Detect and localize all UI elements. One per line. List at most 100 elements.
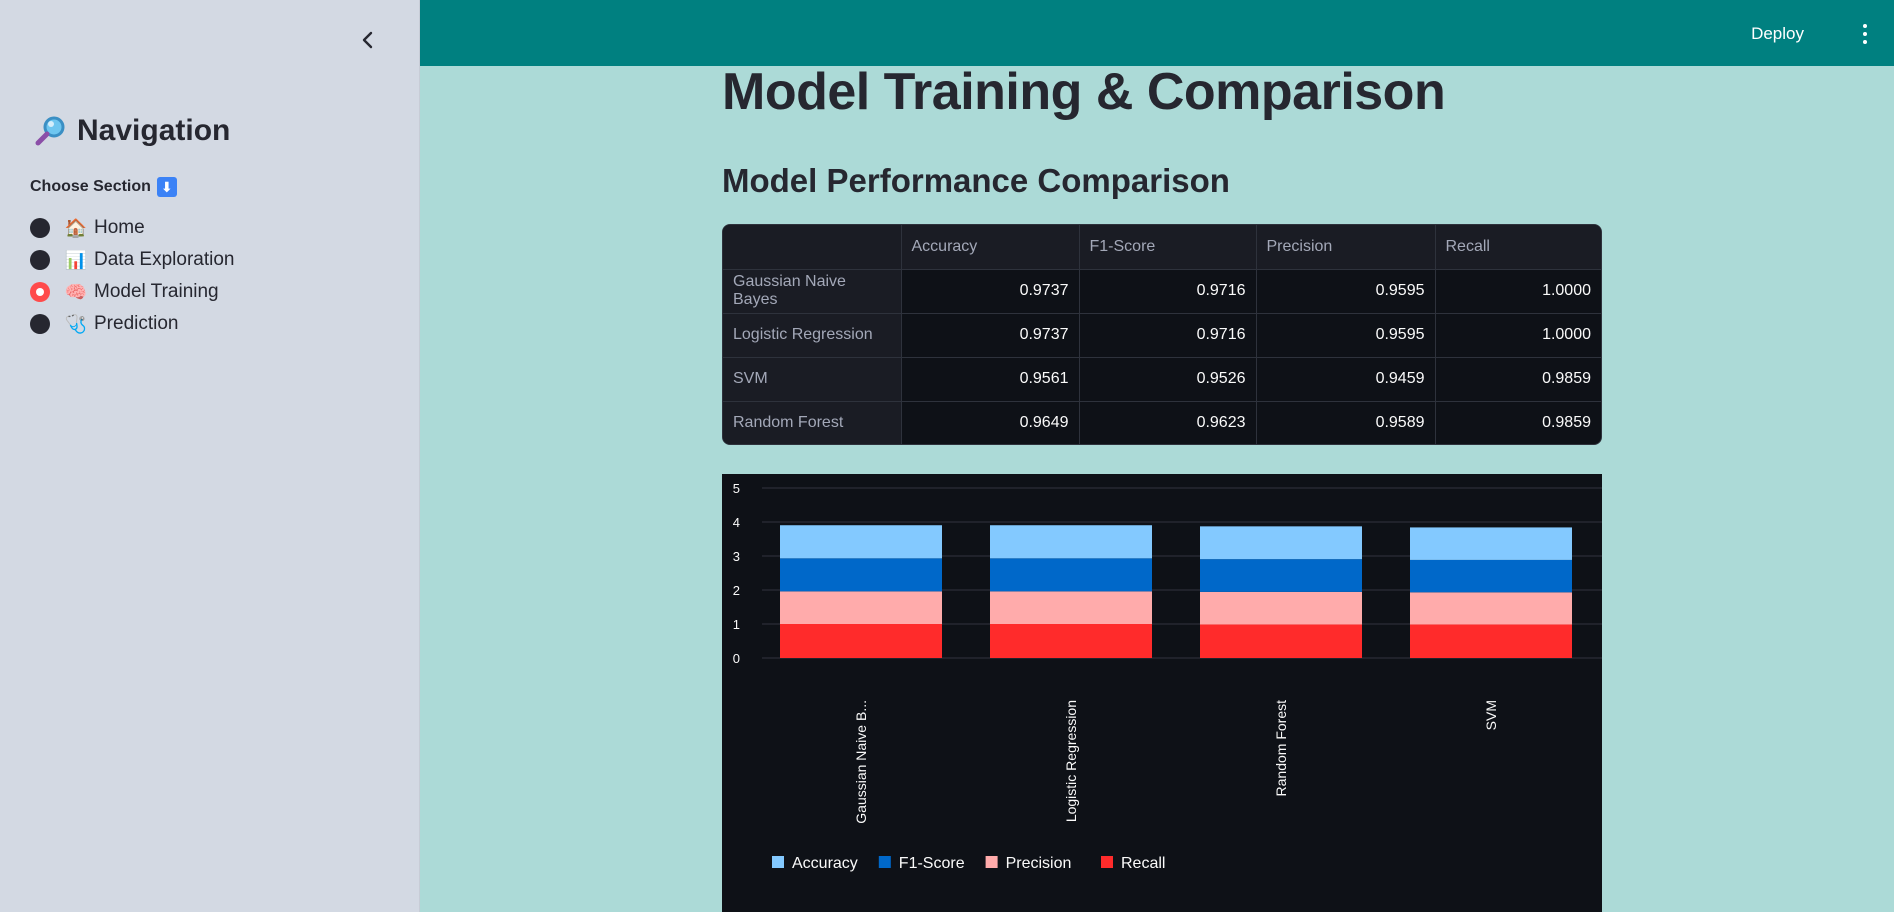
row-label[interactable]: Random Forest: [723, 401, 902, 444]
table-cell[interactable]: 0.9737: [901, 269, 1080, 314]
row-label[interactable]: Gaussian Naive Bayes: [723, 269, 902, 314]
sidebar-title-text: Navigation: [77, 114, 231, 147]
x-tick-label: Random Forest: [1273, 700, 1289, 797]
section-title: Model Performance Comparison: [722, 162, 1230, 199]
table-row: SVM 0.9561 0.9526 0.9459 0.9859: [723, 357, 1601, 402]
chart-svg[interactable]: 0 1 2 3 4 5 Gaussian Naive B... Logistic Regres…: [722, 474, 1602, 912]
main-menu-button[interactable]: [1860, 24, 1870, 44]
radio-button[interactable]: [30, 250, 50, 270]
radio-label: Home: [94, 217, 145, 238]
table-cell[interactable]: 0.9459: [1256, 357, 1436, 402]
magnifier-icon: [35, 116, 65, 146]
radio-label: Model Training: [94, 281, 219, 302]
bar-segment-precision: [1200, 591, 1362, 625]
choose-section-text: Choose Section: [30, 178, 151, 195]
table-cell[interactable]: 1.0000: [1435, 269, 1601, 314]
legend-label: Recall: [1121, 855, 1165, 872]
sidebar-title: Navigation: [33, 114, 230, 148]
bar-segment-accuracy: [780, 525, 942, 559]
y-tick-label: 3: [733, 549, 740, 564]
chevron-left-icon: [362, 31, 373, 49]
bar-segment-accuracy: [1410, 527, 1572, 560]
column-header-f1-score[interactable]: F1-Score: [1079, 225, 1257, 270]
stacked-bar-chart[interactable]: 0 1 2 3 4 5 Gaussian Naive B... Logistic Regres…: [722, 474, 1602, 912]
radio-button[interactable]: [30, 314, 50, 334]
table-header-row: Accuracy F1-Score Precision Recall: [723, 225, 1601, 270]
bar-segment-f1-score: [990, 558, 1152, 592]
performance-table[interactable]: Accuracy F1-Score Precision Recall Gauss…: [722, 224, 1602, 445]
legend-swatch: [878, 856, 891, 868]
y-tick-label: 2: [733, 583, 740, 598]
bar-segment-precision: [1410, 592, 1572, 625]
table-cell[interactable]: 0.9859: [1435, 401, 1601, 444]
legend-swatch: [985, 856, 998, 868]
y-tick-label: 0: [733, 651, 740, 666]
bar-segment-precision: [780, 591, 942, 624]
radio-item-data-exploration[interactable]: 📊 Data Exploration: [30, 244, 234, 276]
house-icon: 🏠: [64, 217, 88, 238]
table-cell[interactable]: 0.9737: [901, 313, 1080, 358]
y-tick-label: 4: [733, 515, 740, 530]
column-header-recall[interactable]: Recall: [1435, 225, 1601, 270]
radio-item-home[interactable]: 🏠 Home: [30, 212, 234, 244]
deploy-button[interactable]: Deploy: [1751, 24, 1804, 44]
page-title: Model Training & Comparison: [722, 63, 1446, 121]
bar-segment-recall: [1200, 624, 1362, 658]
radio-button[interactable]: [30, 218, 50, 238]
table-cell[interactable]: 0.9716: [1079, 269, 1257, 314]
radio-label: Prediction: [94, 313, 179, 334]
table-cell[interactable]: 0.9859: [1435, 357, 1601, 402]
table-cell[interactable]: 1.0000: [1435, 313, 1601, 358]
radio-label: Data Exploration: [94, 249, 235, 270]
table-row: Logistic Regression 0.9737 0.9716 0.9595…: [723, 313, 1601, 358]
table-cell[interactable]: 0.9526: [1079, 357, 1257, 402]
radio-item-prediction[interactable]: 🩺 Prediction: [30, 308, 234, 340]
legend-label: F1-Score: [899, 855, 965, 872]
table-cell[interactable]: 0.9649: [901, 401, 1080, 444]
collapse-sidebar-button[interactable]: [356, 26, 380, 54]
legend-label: Accuracy: [792, 855, 858, 872]
bar-segment-f1-score: [1410, 559, 1572, 593]
kebab-dot: [1863, 40, 1867, 44]
column-header-precision[interactable]: Precision: [1256, 225, 1436, 270]
row-label[interactable]: Logistic Regression: [723, 313, 902, 358]
stethoscope-icon: 🩺: [64, 313, 88, 334]
x-tick-label: SVM: [1483, 700, 1499, 730]
bar-segment-recall: [780, 624, 942, 658]
down-arrow-icon: ⬇: [156, 177, 177, 197]
radio-button-selected[interactable]: [30, 282, 50, 302]
bar-segment-recall: [990, 624, 1152, 658]
legend-swatch: [772, 856, 784, 868]
bar-segment-precision: [990, 591, 1152, 624]
table-row: Gaussian Naive Bayes 0.9737 0.9716 0.959…: [723, 269, 1601, 314]
column-header-accuracy[interactable]: Accuracy: [901, 225, 1080, 270]
radio-item-model-training[interactable]: 🧠 Model Training: [30, 276, 234, 308]
y-tick-label: 5: [733, 481, 740, 496]
kebab-dot: [1863, 24, 1867, 28]
y-tick-label: 1: [733, 617, 740, 632]
brain-icon: 🧠: [64, 281, 88, 302]
sidebar: Navigation Choose Section ⬇ 🏠 Home 📊 Dat…: [0, 0, 420, 912]
app-header: Deploy: [420, 0, 1894, 66]
x-tick-label: Logistic Regression: [1063, 700, 1079, 822]
column-header-index[interactable]: [723, 225, 902, 270]
table-cell[interactable]: 0.9595: [1256, 313, 1436, 358]
x-tick-label: Gaussian Naive B...: [853, 700, 869, 824]
table-cell[interactable]: 0.9595: [1256, 269, 1436, 314]
section-radio-label: Choose Section ⬇: [30, 177, 177, 197]
table-cell[interactable]: 0.9589: [1256, 401, 1436, 444]
bar-segment-accuracy: [990, 525, 1152, 559]
bar-segment-accuracy: [1200, 526, 1362, 560]
row-label[interactable]: SVM: [723, 357, 902, 402]
bar-segment-recall: [1410, 624, 1572, 658]
section-radio-group: 🏠 Home 📊 Data Exploration 🧠 Model Traini…: [30, 212, 234, 340]
bar-segment-f1-score: [1200, 559, 1362, 592]
bar-segment-f1-score: [780, 558, 942, 592]
legend-swatch: [1101, 856, 1113, 868]
table-cell[interactable]: 0.9561: [901, 357, 1080, 402]
kebab-dot: [1863, 32, 1867, 36]
table-cell[interactable]: 0.9716: [1079, 313, 1257, 358]
table-cell[interactable]: 0.9623: [1079, 401, 1257, 444]
bar-chart-icon: 📊: [64, 249, 88, 270]
legend-label: Precision: [1006, 855, 1072, 872]
